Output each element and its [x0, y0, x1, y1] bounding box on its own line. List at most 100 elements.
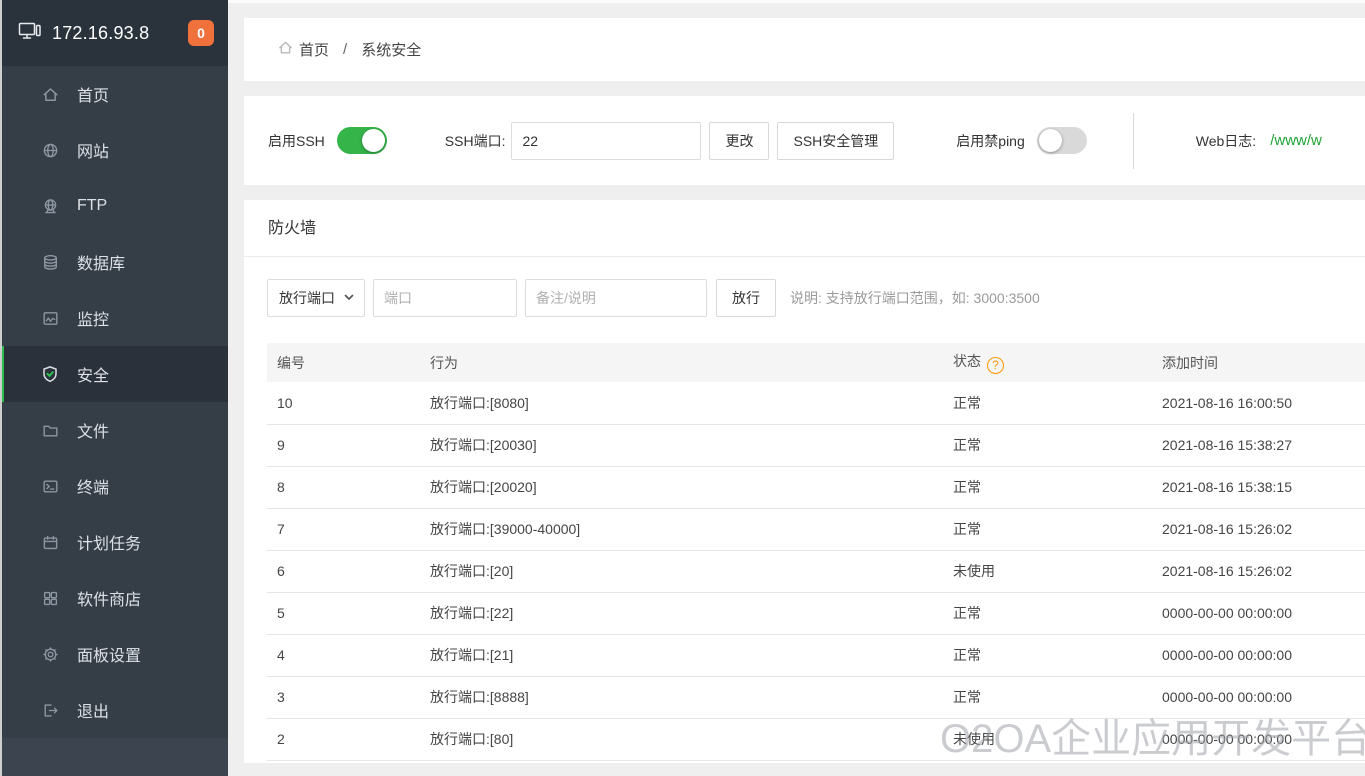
sidebar-item-files[interactable]: 文件: [0, 402, 228, 458]
cell-id: 4: [267, 634, 420, 676]
table-header-row: 编号 行为 状态? 添加时间: [267, 343, 1365, 382]
table-row[interactable]: 7 放行端口:[39000-40000] 正常 2021-08-16 15:26…: [267, 508, 1365, 550]
table-row[interactable]: 3 放行端口:[8888] 正常 0000-00-00 00:00:00: [267, 676, 1365, 718]
table-row[interactable]: 5 放行端口:[22] 正常 0000-00-00 00:00:00: [267, 592, 1365, 634]
sidebar-item-logout[interactable]: 退出: [0, 682, 228, 738]
cell-id: 9: [267, 424, 420, 466]
monitor-icon: [40, 308, 60, 328]
main-content: 首页 / 系统安全 启用SSH SSH端口: 更改 SSH安全管理 启用禁pin…: [228, 0, 1365, 776]
table-row[interactable]: 8 放行端口:[20020] 正常 2021-08-16 15:38:15: [267, 466, 1365, 508]
ssh-toggle[interactable]: [337, 127, 387, 154]
cell-id: 8: [267, 466, 420, 508]
sidebar-item-label: 文件: [77, 418, 109, 442]
terminal-icon: [40, 476, 60, 496]
cell-id: 3: [267, 676, 420, 718]
store-grid-icon: [40, 588, 60, 608]
weblog-path-link[interactable]: /www/w: [1270, 132, 1322, 149]
sidebar-item-label: 安全: [77, 362, 109, 386]
sidebar-item-label: 首页: [77, 82, 109, 106]
ssh-security-manage-button[interactable]: SSH安全管理: [777, 122, 894, 160]
server-ip: 172.16.93.8: [52, 23, 149, 44]
breadcrumb-separator: /: [343, 41, 347, 58]
note-input[interactable]: [525, 279, 707, 317]
server-info[interactable]: 172.16.93.8 0: [0, 0, 228, 66]
rule-type-select[interactable]: 放行端口: [267, 279, 365, 317]
sidebar-item-terminal[interactable]: 终端: [0, 458, 228, 514]
header-time: 添加时间: [1152, 343, 1365, 382]
table-row[interactable]: 9 放行端口:[20030] 正常 2021-08-16 15:38:27: [267, 424, 1365, 466]
enable-ssh-label: 启用SSH: [268, 131, 325, 151]
sidebar-item-database[interactable]: 数据库: [0, 234, 228, 290]
cell-action: 放行端口:[8888]: [420, 676, 943, 718]
sidebar-item-appstore[interactable]: 软件商店: [0, 570, 228, 626]
ping-toggle[interactable]: [1037, 127, 1087, 154]
cell-status: 正常: [943, 424, 1152, 466]
table-row[interactable]: 4 放行端口:[21] 正常 0000-00-00 00:00:00: [267, 634, 1365, 676]
firewall-rules-table: 编号 行为 状态? 添加时间 10 放行端口:[8080] 正常 2021-08…: [267, 343, 1365, 761]
cell-status: 未使用: [943, 718, 1152, 760]
app-window: 172.16.93.8 0 首页 网站 FTP: [0, 0, 1365, 776]
port-input[interactable]: [373, 279, 517, 317]
header-action: 行为: [420, 343, 943, 382]
cell-time: 0000-00-00 00:00:00: [1152, 634, 1365, 676]
table-row[interactable]: 2 放行端口:[80] 未使用 0000-00-00 00:00:00: [267, 718, 1365, 760]
table-row[interactable]: 6 放行端口:[20] 未使用 2021-08-16 15:26:02: [267, 550, 1365, 592]
cell-status: 未使用: [943, 550, 1152, 592]
sidebar-item-label: 计划任务: [77, 530, 141, 554]
cell-action: 放行端口:[39000-40000]: [420, 508, 943, 550]
ssh-port-input[interactable]: [511, 122, 701, 160]
sidebar-item-ftp[interactable]: FTP: [0, 178, 228, 234]
cell-time: 2021-08-16 15:38:27: [1152, 424, 1365, 466]
weblog-label: Web日志:: [1196, 131, 1256, 151]
toggle-knob: [362, 129, 385, 152]
cell-status: 正常: [943, 592, 1152, 634]
firewall-add-form: 放行端口 放行 说明: 支持放行端口范围，如: 3000:3500: [244, 257, 1365, 343]
sidebar-item-label: 退出: [77, 698, 109, 722]
cell-time: 0000-00-00 00:00:00: [1152, 592, 1365, 634]
sidebar-item-monitor[interactable]: 监控: [0, 290, 228, 346]
sidebar-item-label: 监控: [77, 306, 109, 330]
cell-status: 正常: [943, 382, 1152, 424]
sidebar-item-website[interactable]: 网站: [0, 122, 228, 178]
sidebar-item-settings[interactable]: 面板设置: [0, 626, 228, 682]
logout-icon: [40, 700, 60, 720]
message-count-badge[interactable]: 0: [188, 20, 214, 46]
window-edge: [0, 0, 2, 776]
breadcrumb-current: 系统安全: [361, 39, 421, 60]
sidebar-item-cron[interactable]: 计划任务: [0, 514, 228, 570]
cell-time: 2021-08-16 15:38:15: [1152, 466, 1365, 508]
chevron-down-icon: [343, 290, 355, 306]
cell-status: 正常: [943, 508, 1152, 550]
cell-id: 2: [267, 718, 420, 760]
disable-ping-label: 启用禁ping: [956, 131, 1024, 151]
folder-icon: [40, 420, 60, 440]
breadcrumb-home-link[interactable]: 首页: [277, 39, 329, 60]
header-status-label: 状态: [953, 353, 981, 369]
cell-id: 10: [267, 382, 420, 424]
sidebar-item-label: FTP: [77, 197, 107, 215]
cell-time: 0000-00-00 00:00:00: [1152, 718, 1365, 760]
cell-action: 放行端口:[8080]: [420, 382, 943, 424]
header-status: 状态?: [943, 343, 1152, 382]
gear-icon: [40, 644, 60, 664]
sidebar-item-label: 数据库: [77, 250, 125, 274]
change-port-button[interactable]: 更改: [709, 122, 769, 160]
cell-status: 正常: [943, 466, 1152, 508]
table-row[interactable]: 10 放行端口:[8080] 正常 2021-08-16 16:00:50: [267, 382, 1365, 424]
sidebar-item-home[interactable]: 首页: [0, 66, 228, 122]
home-icon: [277, 39, 294, 60]
sidebar-menu: 首页 网站 FTP 数据库: [0, 66, 228, 738]
sidebar-item-label: 终端: [77, 474, 109, 498]
sidebar: 172.16.93.8 0 首页 网站 FTP: [0, 0, 228, 776]
allow-port-button[interactable]: 放行: [716, 279, 776, 317]
ftp-icon: [40, 196, 60, 216]
cell-action: 放行端口:[20030]: [420, 424, 943, 466]
cell-status: 正常: [943, 676, 1152, 718]
home-icon: [40, 84, 60, 104]
calendar-icon: [40, 532, 60, 552]
sidebar-item-label: 网站: [77, 138, 109, 162]
sidebar-item-security[interactable]: 安全: [0, 346, 228, 402]
status-help-icon[interactable]: ?: [987, 357, 1004, 374]
sidebar-item-label: 面板设置: [77, 642, 141, 666]
database-icon: [40, 252, 60, 272]
